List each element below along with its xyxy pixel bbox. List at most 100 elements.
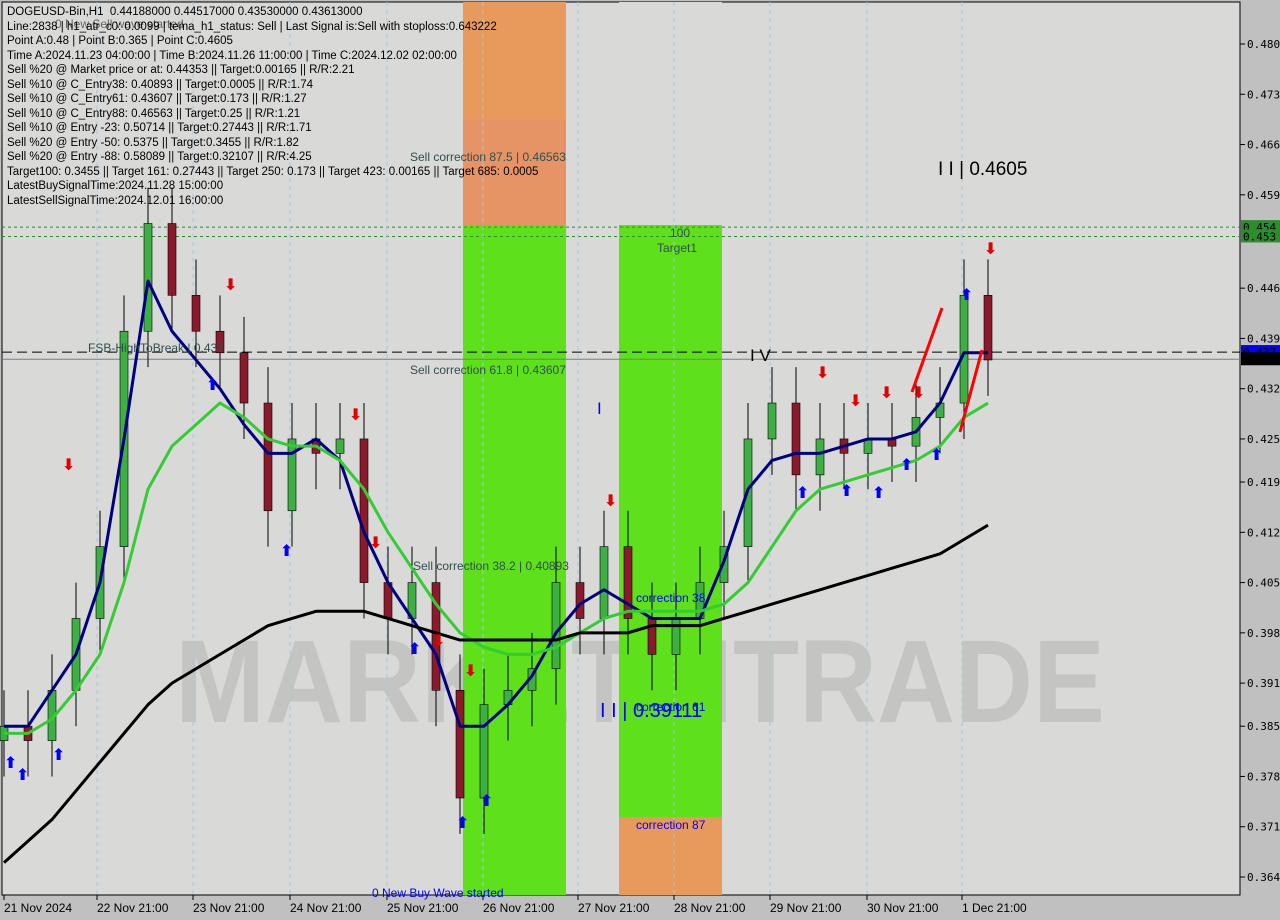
sell-arrow-icon: ⬇ — [464, 661, 477, 680]
correction-38-label: correction 38 — [636, 591, 706, 605]
sell-arrow-icon: ⬇ — [349, 405, 362, 424]
y-tick-label: 0.459 — [1247, 189, 1280, 202]
point-c-label: I I | 0.4605 — [938, 159, 1028, 180]
candle-body — [647, 618, 657, 655]
sell-correction-87-label: Sell correction 87.5 | 0.46563 — [410, 150, 566, 164]
y-tick-label: 0.466 — [1247, 139, 1280, 152]
info-line: Point A:0.48 | Point B:0.365 | Point C:0… — [7, 35, 233, 47]
wave-i-label: I — [597, 399, 602, 418]
candle-body — [263, 402, 273, 512]
sell-arrow-icon: ⬇ — [604, 491, 617, 510]
y-tick-label: 0.446 — [1247, 282, 1280, 295]
candle-body — [959, 295, 969, 404]
info-line: Target100: 0.3455 || Target 161: 0.27443… — [7, 165, 539, 178]
info-line: Sell %10 @ C_Entry88: 0.46563 || Target:… — [7, 107, 301, 120]
candle-body — [575, 582, 585, 619]
sell-arrow-icon: ⬇ — [62, 455, 75, 474]
zone-gap — [619, 2, 722, 225]
y-tick-label: 0.364 — [1247, 871, 1280, 884]
candle-body — [359, 438, 369, 583]
sell-correction-61-label: Sell correction 61.8 | 0.43607 — [410, 363, 566, 377]
candle-body — [767, 402, 777, 440]
wave-iv-label: I V — [750, 346, 771, 365]
y-tick-label: 0.473 — [1247, 88, 1280, 101]
buy-arrow-icon: ⬆ — [840, 481, 853, 500]
candle-body — [191, 295, 201, 332]
sell-correction-38-label: Sell correction 38.2 | 0.40893 — [413, 559, 569, 573]
x-tick-label: 26 Nov 21:00 — [483, 901, 555, 915]
x-tick-label: 21 Nov 2024 — [4, 901, 72, 915]
candle-body — [455, 689, 465, 799]
info-line: Time A:2024.11.23 04:00:00 | Time B:2024… — [7, 49, 457, 62]
candle-body — [983, 295, 993, 361]
candle-body — [239, 352, 249, 404]
x-tick-label: 29 Nov 21:00 — [770, 901, 842, 915]
overlay-sell-wave-label: 0 New Sell wave started — [55, 17, 184, 31]
candle-body — [815, 438, 825, 476]
y-tick-label: 0.439 — [1247, 332, 1280, 345]
candle-body — [599, 546, 609, 619]
y-tick-label: 0.378 — [1247, 770, 1280, 783]
target1-label: Target1 — [657, 241, 698, 255]
info-line: Sell %20 @ Entry -50: 0.5375 || Target:0… — [7, 136, 299, 149]
y-tick-label: 0.432 — [1247, 383, 1280, 396]
sell-arrow-icon: ⬇ — [880, 383, 893, 402]
sell-arrow-icon: ⬇ — [224, 275, 237, 294]
x-tick-label: 27 Nov 21:00 — [578, 901, 650, 915]
buy-arrow-icon: ⬆ — [52, 745, 65, 764]
info-line: LatestBuySignalTime:2024.11.28 15:00:00 — [7, 180, 224, 192]
buy-arrow-icon: ⬆ — [456, 813, 469, 832]
buy-arrow-icon: ⬆ — [206, 375, 219, 394]
buy-arrow-icon: ⬆ — [796, 483, 809, 502]
y-tick-label: 0.391 — [1247, 677, 1280, 690]
candle-body — [791, 402, 801, 476]
x-tick-label: 28 Nov 21:00 — [674, 901, 746, 915]
sell-arrow-icon: ⬇ — [369, 533, 382, 552]
point-b-label: I I | 0.39111 — [600, 700, 703, 722]
y-tick-label: 0.398 — [1247, 627, 1280, 640]
x-tick-label: 24 Nov 21:00 — [290, 901, 362, 915]
info-line: Sell %10 @ C_Entry38: 0.40893 || Target:… — [7, 78, 313, 91]
correction-87-label: correction 87 — [636, 818, 706, 832]
y-tick-label: 0.412 — [1247, 526, 1280, 539]
sell-arrow-icon: ⬇ — [816, 363, 829, 382]
sell-arrow-icon: ⬇ — [849, 391, 862, 410]
price-tag-label: 0.436 — [1243, 353, 1276, 366]
fsb-label: FSB-HighToBreak | 0.437 — [88, 341, 224, 355]
sell-arrow-icon: ⬇ — [984, 239, 997, 258]
buy-arrow-icon: ⬆ — [408, 639, 421, 658]
target-100-label: 100 — [670, 226, 691, 240]
info-line: LatestSellSignalTime:2024.12.01 16:00:00 — [7, 194, 224, 207]
price-axis: 0.480 0.473 0.466 0.459 0.446 0.439 0.432 0.425… — [1240, 38, 1280, 884]
candle-body — [287, 438, 297, 512]
buy-arrow-icon: ⬆ — [280, 541, 293, 560]
y-tick-label: 0.371 — [1247, 821, 1280, 834]
x-tick-label: 23 Nov 21:00 — [193, 901, 265, 915]
x-tick-label: 1 Dec 21:00 — [962, 901, 1027, 915]
y-tick-label: 0.480 — [1247, 38, 1280, 51]
buy-arrow-icon: ⬆ — [900, 455, 913, 474]
candle-body — [479, 704, 489, 799]
x-tick-label: 25 Nov 21:00 — [387, 901, 459, 915]
y-tick-label: 0.405 — [1247, 577, 1280, 590]
buy-arrow-icon: ⬆ — [960, 285, 973, 304]
x-tick-label: 30 Nov 21:00 — [867, 901, 939, 915]
candle-body — [143, 223, 153, 332]
info-line: Sell %20 @ Market price or at: 0.44353 |… — [7, 64, 355, 76]
y-tick-label: 0.385 — [1247, 720, 1280, 733]
x-tick-label: 22 Nov 21:00 — [97, 901, 169, 915]
buy-arrow-icon: ⬆ — [480, 791, 493, 810]
info-line: Sell %10 @ C_Entry61: 0.43607 || Target:… — [7, 93, 307, 105]
sell-arrow-icon: ⬇ — [432, 631, 445, 650]
candle-body — [335, 438, 345, 454]
buy-arrow-icon: ⬆ — [872, 483, 885, 502]
buy-arrow-icon: ⬆ — [930, 445, 943, 464]
candle-body — [167, 223, 177, 296]
correction-zone-green — [619, 225, 722, 817]
y-tick-label: 0.419 — [1247, 476, 1280, 489]
candle-body — [671, 618, 681, 655]
candle-body — [551, 582, 561, 670]
time-axis: 21 Nov 2024 22 Nov 21:00 23 Nov 21:00 24 No… — [3, 895, 1027, 915]
new-buy-wave-label: 0 New Buy Wave started — [372, 886, 504, 900]
y-tick-label: 0.425 — [1247, 433, 1280, 446]
